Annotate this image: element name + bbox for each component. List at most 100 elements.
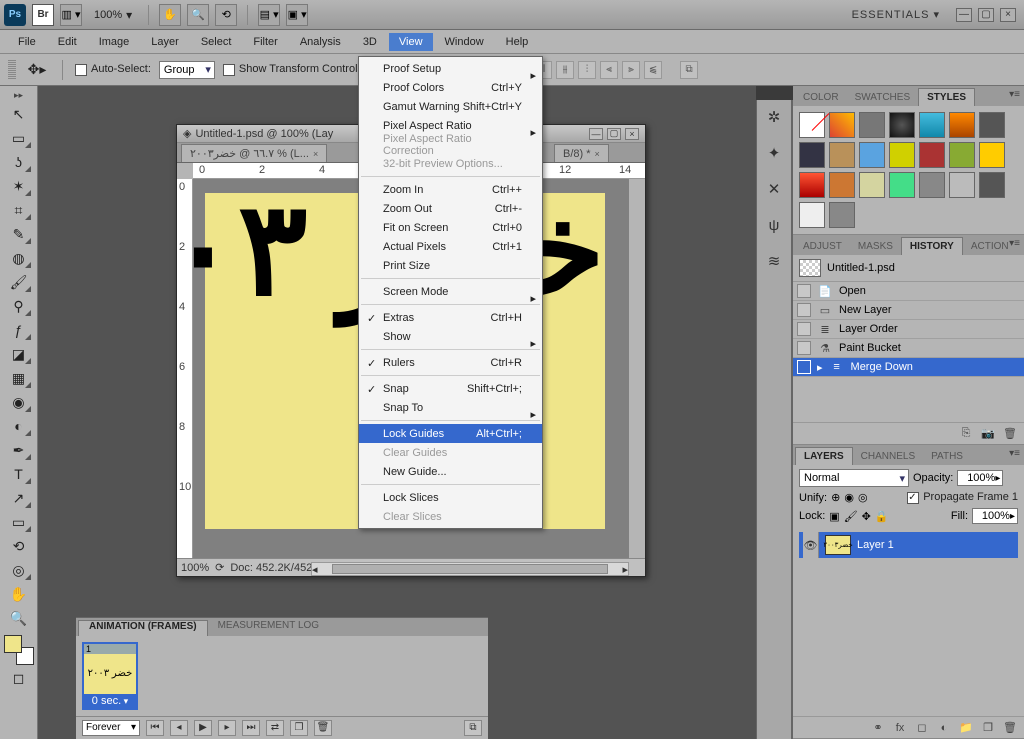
fill-input[interactable]: 100% ▸ xyxy=(972,508,1018,524)
duplicate-frame-button[interactable]: ❐ xyxy=(290,720,308,736)
lasso-tool[interactable]: ʖ xyxy=(6,151,32,173)
tab-measurement[interactable]: MEASUREMENT LOG xyxy=(208,620,330,636)
style-swatch[interactable] xyxy=(799,172,825,198)
tab-layers[interactable]: LAYERS xyxy=(795,447,853,465)
lock-pixels-icon[interactable]: 🖌 xyxy=(844,510,858,523)
style-swatch[interactable] xyxy=(979,142,1005,168)
tab-animation[interactable]: ANIMATION (FRAMES) xyxy=(78,620,208,636)
blend-mode-select[interactable]: Normal xyxy=(799,469,909,487)
menu-item-proof-colors[interactable]: Proof ColorsCtrl+Y xyxy=(359,78,542,97)
style-swatch[interactable] xyxy=(829,142,855,168)
lock-position-icon[interactable]: ✥ xyxy=(862,510,871,523)
menu-item-proof-setup[interactable]: Proof Setup xyxy=(359,59,542,78)
menu-item-actual-pixels[interactable]: Actual PixelsCtrl+1 xyxy=(359,237,542,256)
screen-icon[interactable]: ▣ ▾ xyxy=(286,4,308,26)
hand-icon[interactable]: ✋ xyxy=(159,4,181,26)
menu-select[interactable]: Select xyxy=(191,33,242,51)
close-icon[interactable]: × xyxy=(595,149,600,159)
propagate-checkbox[interactable]: Propagate Frame 1 xyxy=(907,491,1018,503)
menu-item-snap[interactable]: SnapShift+Ctrl+; xyxy=(359,379,542,398)
tween-button[interactable]: ⇄ xyxy=(266,720,284,736)
loop-select[interactable]: Forever xyxy=(82,720,140,736)
first-frame-button[interactable]: ⏮ xyxy=(146,720,164,736)
dist-vcenter-icon[interactable]: ⫵ xyxy=(556,61,574,79)
last-frame-button[interactable]: ⏭ xyxy=(242,720,260,736)
menu-help[interactable]: Help xyxy=(496,33,539,51)
minimize-button[interactable]: — xyxy=(956,8,972,22)
dist-hcenter-icon[interactable]: ⫸ xyxy=(622,61,640,79)
foreground-color[interactable] xyxy=(4,635,22,653)
rotate-view-icon[interactable]: ⟲ xyxy=(215,4,237,26)
history-item-open[interactable]: 📄Open xyxy=(793,282,1024,301)
style-swatch[interactable] xyxy=(949,112,975,138)
style-swatch[interactable] xyxy=(919,112,945,138)
next-frame-button[interactable]: ▸ xyxy=(218,720,236,736)
style-swatch[interactable] xyxy=(859,142,885,168)
dist-left-icon[interactable]: ⫷ xyxy=(600,61,618,79)
style-swatch[interactable] xyxy=(859,112,885,138)
style-swatch[interactable] xyxy=(799,202,825,228)
style-swatch[interactable] xyxy=(799,142,825,168)
new-snapshot-icon[interactable]: 📷 xyxy=(980,427,996,441)
create-doc-from-state-icon[interactable]: ⎘ xyxy=(958,427,974,441)
3d-rotate-tool[interactable]: ⟲ xyxy=(6,535,32,557)
visibility-eye-icon[interactable]: 👁 xyxy=(803,532,819,558)
marquee-tool[interactable]: ▭ xyxy=(6,127,32,149)
tab-masks[interactable]: MASKS xyxy=(850,237,901,255)
style-swatch[interactable] xyxy=(829,172,855,198)
prev-frame-button[interactable]: ◂ xyxy=(170,720,188,736)
layer-name[interactable]: Layer 1 xyxy=(857,539,894,551)
eyedropper-tool[interactable]: ✎ xyxy=(6,223,32,245)
menu-layer[interactable]: Layer xyxy=(141,33,189,51)
quick-select-tool[interactable]: ✶ xyxy=(6,175,32,197)
3d-orbit-tool[interactable]: ◎ xyxy=(6,559,32,581)
stamp-tool[interactable]: ⚲ xyxy=(6,295,32,317)
style-swatch[interactable] xyxy=(829,112,855,138)
horizontal-scrollbar[interactable]: ◂▸ xyxy=(311,562,629,576)
lock-all-icon[interactable]: 🔒 xyxy=(875,510,889,523)
style-swatch[interactable] xyxy=(889,112,915,138)
paragraph-icon[interactable]: ψ xyxy=(762,214,786,236)
history-snapshot[interactable]: Untitled-1.psd xyxy=(793,255,1024,282)
tab-styles[interactable]: STYLES xyxy=(918,88,975,106)
move-tool[interactable]: ↖ xyxy=(6,103,32,125)
menu-item-rulers[interactable]: RulersCtrl+R xyxy=(359,353,542,372)
menu-item-show[interactable]: Show xyxy=(359,327,542,346)
delete-frame-button[interactable]: 🗑 xyxy=(314,720,332,736)
style-swatch[interactable] xyxy=(919,172,945,198)
screen-mode-icon[interactable]: ▥ ▾ xyxy=(60,4,82,26)
layer-mask-icon[interactable]: ◻ xyxy=(914,721,930,735)
path-select-tool[interactable]: ↗ xyxy=(6,487,32,509)
doc-close[interactable]: × xyxy=(625,128,639,140)
layer-group-icon[interactable]: 📁 xyxy=(958,721,974,735)
menu-item-snap-to[interactable]: Snap To xyxy=(359,398,542,417)
convert-timeline-button[interactable]: ⧉ xyxy=(464,720,482,736)
menu-item-gamut-warning[interactable]: Gamut WarningShift+Ctrl+Y xyxy=(359,97,542,116)
layer-row-1[interactable]: 👁 خضر٢٠٠٣ Layer 1 xyxy=(799,532,1018,558)
style-swatch[interactable] xyxy=(979,112,1005,138)
move-tool-icon[interactable]: ✥▸ xyxy=(24,59,50,81)
unify-position-icon[interactable]: ⊕ xyxy=(831,491,840,504)
menu-3d[interactable]: 3D xyxy=(353,33,387,51)
menu-analysis[interactable]: Analysis xyxy=(290,33,351,51)
tab-color[interactable]: COLOR xyxy=(795,88,847,106)
history-item-new-layer[interactable]: ▭New Layer xyxy=(793,301,1024,320)
shape-tool[interactable]: ▭ xyxy=(6,511,32,533)
grip-icon[interactable] xyxy=(8,60,16,80)
doc-minimize[interactable]: — xyxy=(589,128,603,140)
lock-transparency-icon[interactable]: ▣ xyxy=(829,510,839,523)
new-layer-icon[interactable]: ❐ xyxy=(980,721,996,735)
history-item-merge-down[interactable]: ▸≡Merge Down xyxy=(793,358,1024,377)
crop-tool[interactable]: ⌗ xyxy=(6,199,32,221)
menu-filter[interactable]: Filter xyxy=(243,33,287,51)
menu-image[interactable]: Image xyxy=(89,33,140,51)
hand-tool[interactable]: ✋ xyxy=(6,583,32,605)
tab-adjust[interactable]: ADJUST xyxy=(795,237,850,255)
zoom-status[interactable]: 100% xyxy=(181,562,209,574)
maximize-button[interactable]: ▢ xyxy=(978,8,994,22)
menu-file[interactable]: File xyxy=(8,33,46,51)
document-tab-1[interactable]: ٦٦.٧ @ خضر٢٠٠٣ % (L...× xyxy=(181,144,327,162)
style-swatch[interactable] xyxy=(829,202,855,228)
delete-state-icon[interactable]: 🗑 xyxy=(1002,427,1018,441)
menu-item-zoom-in[interactable]: Zoom InCtrl++ xyxy=(359,180,542,199)
